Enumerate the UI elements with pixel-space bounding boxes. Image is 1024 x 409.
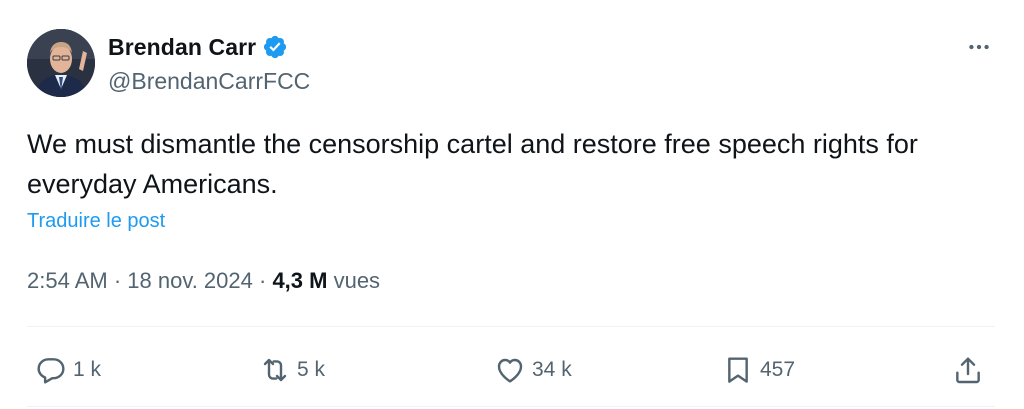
tweet-time[interactable]: 2:54 AM xyxy=(27,268,108,294)
bookmark-count: 457 xyxy=(760,358,796,381)
views-count[interactable]: 4,3 M xyxy=(272,268,327,294)
avatar[interactable] xyxy=(27,29,95,97)
tweet-meta: 2:54 AM · 18 nov. 2024 · 4,3 M vues xyxy=(27,268,380,294)
reply-icon xyxy=(37,358,65,384)
tweet-text: We must dismantle the censorship cartel … xyxy=(27,129,918,199)
tweet-card: Brendan Carr @BrendanCarrFCC We must dis… xyxy=(0,0,1024,409)
meta-separator: · xyxy=(252,268,273,293)
bookmark-button[interactable]: 457 xyxy=(722,348,795,392)
reply-count: 1 k xyxy=(73,358,102,381)
repost-icon xyxy=(263,358,287,382)
views-label: vues xyxy=(327,268,381,293)
like-icon xyxy=(497,358,523,383)
author-name-row[interactable]: Brendan Carr xyxy=(108,32,288,62)
author-handle[interactable]: @BrendanCarrFCC xyxy=(108,68,310,95)
share-icon xyxy=(956,357,980,384)
more-button[interactable] xyxy=(964,32,994,62)
more-icon xyxy=(969,44,989,50)
reply-button[interactable]: 1 k xyxy=(35,348,101,392)
divider xyxy=(27,326,995,327)
repost-button[interactable]: 5 k xyxy=(259,348,325,392)
tweet-date[interactable]: 18 nov. 2024 xyxy=(127,268,253,294)
display-name[interactable]: Brendan Carr xyxy=(108,34,256,61)
divider xyxy=(27,406,995,407)
like-button[interactable]: 34 k xyxy=(494,348,572,392)
repost-count: 5 k xyxy=(297,358,326,381)
action-bar: 1 k 5 k 34 k 457 xyxy=(27,348,995,392)
meta-separator: · xyxy=(107,268,128,293)
share-button[interactable] xyxy=(952,348,984,392)
verified-badge-icon xyxy=(264,35,287,59)
bookmark-icon xyxy=(728,357,748,383)
translate-link[interactable]: Traduire le post xyxy=(27,210,165,233)
like-count: 34 k xyxy=(532,358,572,381)
